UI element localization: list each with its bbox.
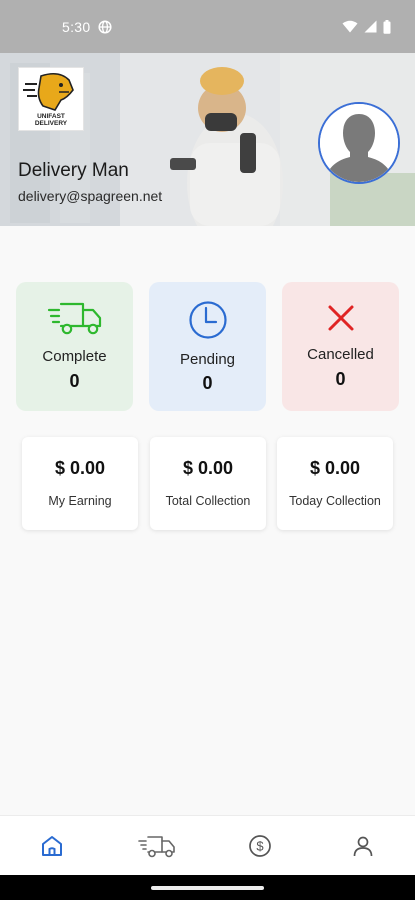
battery-icon (383, 19, 391, 34)
home-icon (42, 836, 62, 856)
signal-icon (364, 20, 377, 33)
bottom-nav: $ (0, 815, 415, 875)
pending-label: Pending (179, 351, 236, 368)
my-earning-label: My Earning (48, 494, 112, 508)
svg-text:DELIVERY: DELIVERY (35, 120, 68, 127)
nav-parcels[interactable] (137, 832, 177, 860)
avatar[interactable] (318, 102, 400, 184)
profile-header: UNIFAST DELIVERY Delivery Man delivery@s… (0, 53, 415, 226)
nav-home[interactable] (37, 832, 67, 860)
my-earning-card[interactable]: $ 0.00 My Earning (22, 437, 138, 530)
profile-name: Delivery Man (18, 160, 129, 181)
gesture-handle[interactable] (151, 886, 264, 890)
wifi-icon (342, 20, 358, 33)
svg-text:$: $ (256, 839, 264, 854)
complete-count: 0 (69, 371, 80, 391)
gesture-bar (0, 875, 415, 900)
complete-card[interactable]: Complete 0 (16, 282, 133, 411)
svg-text:UNIFAST: UNIFAST (37, 113, 65, 120)
cancelled-label: Cancelled (307, 346, 374, 363)
delivery-truck-icon (47, 302, 101, 335)
nav-payments[interactable]: $ (245, 832, 275, 860)
today-collection-amount: $ 0.00 (309, 458, 361, 478)
pending-count: 0 (202, 373, 213, 393)
today-collection-label: Today Collection (289, 494, 381, 508)
total-collection-label: Total Collection (165, 494, 251, 508)
status-time: 5:30 (62, 18, 91, 35)
status-bar: 5:30 (0, 0, 415, 53)
user-silhouette-icon (320, 104, 398, 182)
my-earning-amount: $ 0.00 (54, 458, 106, 478)
today-collection-card[interactable]: $ 0.00 Today Collection (277, 437, 393, 530)
clock-icon (188, 301, 227, 339)
pending-card[interactable]: Pending 0 (149, 282, 266, 411)
total-collection-card[interactable]: $ 0.00 Total Collection (150, 437, 266, 530)
globe-icon (98, 19, 113, 34)
delivery-truck-icon (138, 836, 175, 858)
cancelled-card[interactable]: Cancelled 0 (282, 282, 399, 411)
brand-logo: UNIFAST DELIVERY (18, 67, 84, 131)
brand-logo-graphic: UNIFAST DELIVERY (23, 72, 74, 127)
cancelled-count: 0 (335, 369, 346, 389)
close-icon (328, 305, 353, 331)
user-icon (353, 836, 373, 857)
dollar-icon: $ (249, 835, 271, 857)
total-collection-amount: $ 0.00 (182, 458, 234, 478)
complete-label: Complete (42, 348, 107, 365)
nav-profile[interactable] (348, 832, 378, 860)
profile-email: delivery@spagreen.net (18, 188, 163, 204)
